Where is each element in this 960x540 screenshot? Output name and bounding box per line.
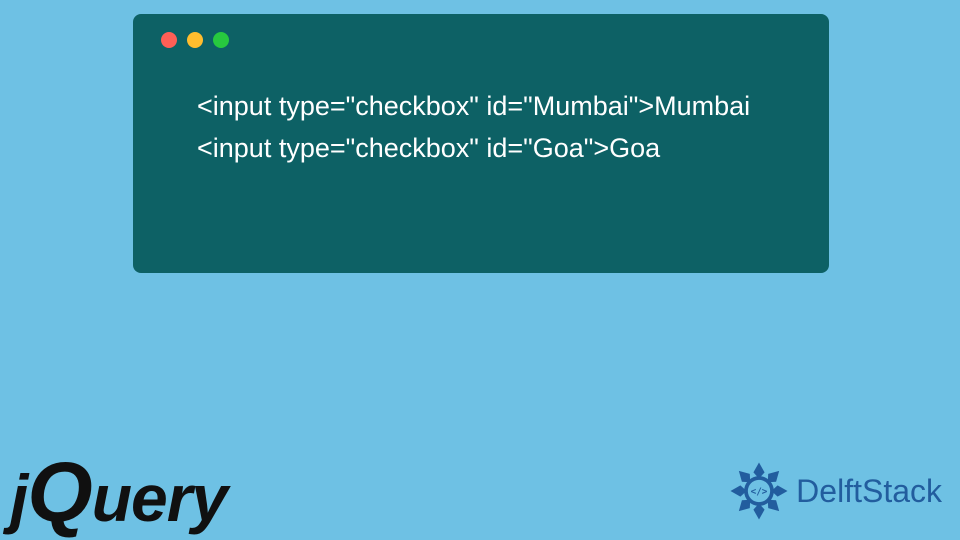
- code-line: <input type="checkbox" id="Goa">Goa: [197, 128, 807, 170]
- delftstack-gear-icon: </>: [728, 460, 790, 522]
- delftstack-logo: </> DelftStack: [728, 460, 942, 522]
- delftstack-text: DelftStack: [796, 473, 942, 510]
- window-controls: [161, 32, 807, 48]
- minimize-icon: [187, 32, 203, 48]
- close-icon: [161, 32, 177, 48]
- code-block: <input type="checkbox" id="Mumbai">Mumba…: [155, 86, 807, 170]
- jquery-logo-rest: uery: [92, 460, 227, 536]
- code-window: <input type="checkbox" id="Mumbai">Mumba…: [133, 14, 829, 273]
- code-line: <input type="checkbox" id="Mumbai">Mumba…: [197, 86, 807, 128]
- jquery-logo-j: j: [10, 460, 27, 536]
- maximize-icon: [213, 32, 229, 48]
- jquery-logo-q: Q: [27, 467, 91, 517]
- svg-text:</>: </>: [751, 487, 768, 498]
- jquery-logo: j Q uery: [10, 460, 227, 536]
